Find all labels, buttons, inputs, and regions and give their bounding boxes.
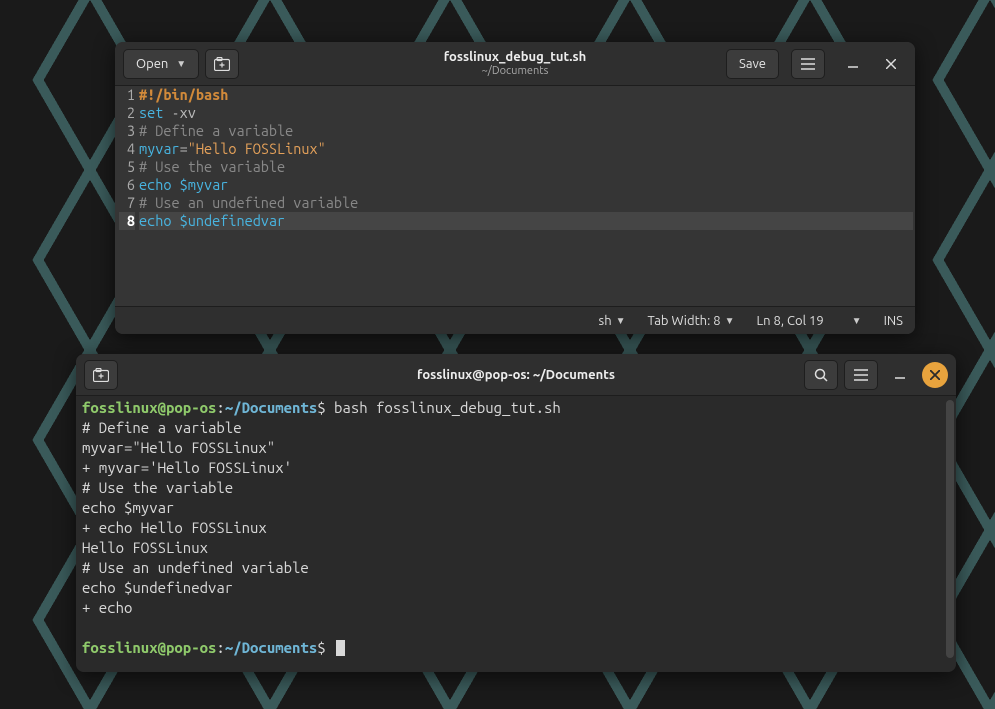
terminal-window: fosslinux@pop-os: ~/Documents <box>76 354 956 672</box>
code-line[interactable]: # Define a variable <box>139 122 913 140</box>
terminal-titlebar[interactable]: fosslinux@pop-os: ~/Documents <box>76 354 956 396</box>
open-button[interactable]: Open ▼ <box>123 49 199 79</box>
chevron-down-icon: ▼ <box>616 315 626 327</box>
prompt-user: fosslinux@pop-os <box>82 639 216 656</box>
hamburger-icon <box>801 58 815 70</box>
chevron-down-icon: ▼ <box>852 315 862 327</box>
code-line[interactable]: # Use the variable <box>139 158 913 176</box>
terminal-output-line: + myvar='Hello FOSSLinux' <box>82 458 950 478</box>
close-icon <box>886 59 896 69</box>
line-number: 5 <box>119 158 135 176</box>
terminal-scrollbar[interactable] <box>946 400 954 658</box>
terminal-output-line: echo $undefinedvar <box>82 578 950 598</box>
statusbar-tabwidth[interactable]: Tab Width: 8 ▼ <box>648 314 735 328</box>
prompt-user: fosslinux@pop-os <box>82 399 216 416</box>
line-number: 7 <box>119 194 135 212</box>
terminal-output-line: Hello FOSSLinux <box>82 538 950 558</box>
terminal-output-line: + echo Hello FOSSLinux <box>82 518 950 538</box>
terminal-command: bash fosslinux_debug_tut.sh <box>326 399 561 416</box>
terminal-output-line: + echo <box>82 598 950 618</box>
prompt-path: ~/Documents <box>225 639 317 656</box>
terminal-output-line: # Use the variable <box>82 478 950 498</box>
code-line[interactable]: #!/bin/bash <box>139 86 913 104</box>
new-terminal-tab-button[interactable] <box>84 360 118 390</box>
code-area[interactable]: #!/bin/bashset -xv# Define a variablemyv… <box>139 86 915 306</box>
new-tab-button[interactable] <box>205 49 239 79</box>
prompt-sep: : <box>216 399 224 416</box>
terminal-line: fosslinux@pop-os:~/Documents$ bash fossl… <box>82 398 950 418</box>
code-line[interactable]: myvar="Hello FOSSLinux" <box>139 140 913 158</box>
terminal-cursor <box>336 640 345 656</box>
editor-titlebar[interactable]: Open ▼ fosslinux_debug_tut.sh ~/Document… <box>115 42 915 86</box>
line-number: 2 <box>119 104 135 122</box>
text-editor-window: Open ▼ fosslinux_debug_tut.sh ~/Document… <box>115 42 915 334</box>
save-button-label: Save <box>739 57 766 71</box>
minimize-icon <box>848 59 858 69</box>
line-number: 8 <box>119 212 135 230</box>
terminal-output-line: myvar="Hello FOSSLinux" <box>82 438 950 458</box>
editor-statusbar: sh ▼ Tab Width: 8 ▼ Ln 8, Col 19 ▼ INS <box>115 306 915 334</box>
terminal-output-line: # Define a variable <box>82 418 950 438</box>
prompt-sep: : <box>216 639 224 656</box>
code-line[interactable]: echo $undefinedvar <box>139 212 913 230</box>
terminal-menu-button[interactable] <box>844 360 878 390</box>
code-line[interactable]: echo $myvar <box>139 176 913 194</box>
prompt-symbol: $ <box>317 399 325 416</box>
editor-body[interactable]: 12345678 #!/bin/bashset -xv# Define a va… <box>115 86 915 306</box>
terminal-output-line: # Use an undefined variable <box>82 558 950 578</box>
new-tab-icon <box>93 368 109 382</box>
chevron-down-icon: ▼ <box>725 315 735 327</box>
code-line[interactable]: # Use an undefined variable <box>139 194 913 212</box>
terminal-output-line <box>82 618 950 638</box>
statusbar-insert-mode[interactable]: INS <box>884 314 903 328</box>
statusbar-position[interactable]: Ln 8, Col 19 ▼ <box>757 314 862 328</box>
code-line[interactable]: set -xv <box>139 104 913 122</box>
new-tab-icon <box>214 57 230 71</box>
close-icon <box>930 370 940 380</box>
terminal-minimize-button[interactable] <box>884 360 916 390</box>
minimize-icon <box>895 370 905 380</box>
prompt-path: ~/Documents <box>225 399 317 416</box>
chevron-down-icon: ▼ <box>176 58 186 70</box>
terminal-close-button[interactable] <box>922 362 948 388</box>
terminal-search-button[interactable] <box>804 360 838 390</box>
close-button[interactable] <box>875 49 907 79</box>
statusbar-language[interactable]: sh ▼ <box>599 314 626 328</box>
terminal-output-line: echo $myvar <box>82 498 950 518</box>
prompt-symbol: $ <box>317 639 325 656</box>
line-number: 1 <box>119 86 135 104</box>
hamburger-menu-button[interactable] <box>791 49 825 79</box>
line-number: 4 <box>119 140 135 158</box>
line-number-gutter: 12345678 <box>115 86 139 306</box>
hamburger-icon <box>854 369 868 381</box>
open-button-label: Open <box>136 57 168 71</box>
save-button[interactable]: Save <box>726 49 779 79</box>
line-number: 6 <box>119 176 135 194</box>
terminal-body[interactable]: fosslinux@pop-os:~/Documents$ bash fossl… <box>76 396 956 672</box>
search-icon <box>814 368 828 382</box>
terminal-line: fosslinux@pop-os:~/Documents$ <box>82 638 950 658</box>
line-number: 3 <box>119 122 135 140</box>
minimize-button[interactable] <box>837 49 869 79</box>
